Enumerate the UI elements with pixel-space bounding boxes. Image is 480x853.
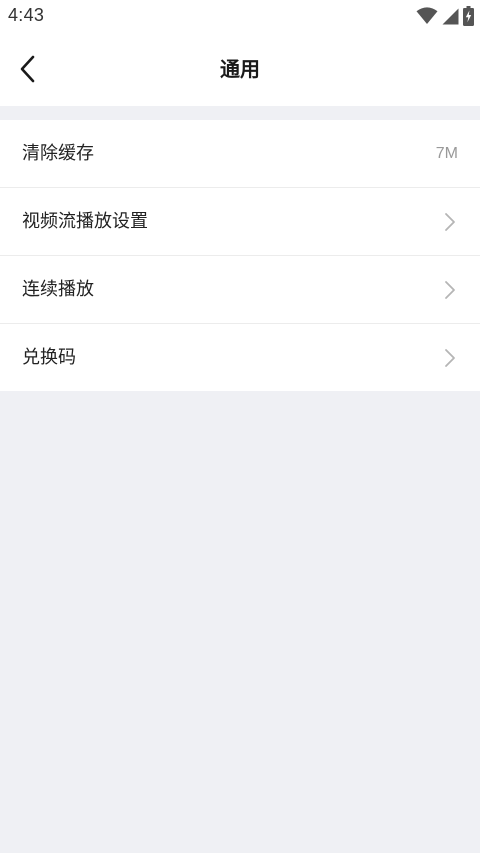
chevron-left-icon: [20, 55, 35, 83]
status-bar: 4:43: [0, 0, 480, 32]
status-icons: [416, 5, 474, 27]
cache-size-value: 7M: [435, 145, 458, 162]
chevron-right-icon: [445, 349, 455, 367]
cellular-signal-icon: [442, 8, 459, 24]
continuous-play-label: 连续播放: [22, 279, 94, 300]
app-bar: 通用: [0, 32, 480, 106]
clear-cache-item[interactable]: 清除缓存 7M: [0, 120, 480, 188]
page-title: 通用: [220, 57, 260, 81]
continuous-play-item[interactable]: 连续播放: [0, 256, 480, 324]
video-stream-settings-label: 视频流播放设置: [22, 211, 148, 232]
settings-list: 清除缓存 7M 视频流播放设置 连续播放 兑换码: [0, 120, 480, 391]
video-stream-settings-item[interactable]: 视频流播放设置: [0, 188, 480, 256]
battery-charging-icon: [463, 6, 474, 26]
chevron-right-icon: [445, 281, 455, 299]
clear-cache-label: 清除缓存: [22, 143, 94, 164]
wifi-icon: [416, 7, 438, 24]
redeem-code-label: 兑换码: [22, 347, 76, 368]
section-gap: [0, 106, 480, 120]
back-button[interactable]: [10, 50, 46, 88]
redeem-code-item[interactable]: 兑换码: [0, 324, 480, 391]
status-time: 4:43: [8, 5, 45, 25]
chevron-right-icon: [445, 213, 455, 231]
